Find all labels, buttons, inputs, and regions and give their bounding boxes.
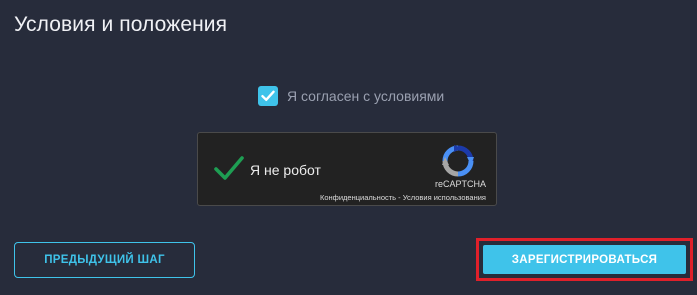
recaptcha-links: Конфиденциальность - Условия использован… [320, 193, 486, 202]
checkmark-icon [261, 90, 275, 101]
previous-step-button[interactable]: ПРЕДЫДУЩИЙ ШАГ [14, 242, 195, 278]
recaptcha-checkbox-checked-icon[interactable] [214, 154, 244, 182]
links-separator: - [396, 193, 403, 202]
privacy-link[interactable]: Конфиденциальность [320, 193, 396, 202]
terms-link[interactable]: Условия использования [403, 193, 486, 202]
page-title: Условия и положения [14, 13, 228, 36]
terms-panel: Условия и положения Я согласен с условия… [0, 0, 697, 295]
agree-terms-label[interactable]: Я согласен с условиями [287, 88, 444, 104]
register-button[interactable]: ЗАРЕГИСТРИРОВАТЬСЯ [483, 245, 686, 274]
recaptcha-brand: reCAPTCHA [434, 179, 486, 189]
recaptcha-widget: Я не робот reCAPTCHA Конфиденциальность … [197, 132, 497, 206]
recaptcha-logo-icon [442, 145, 474, 177]
agree-terms-checkbox-row[interactable]: Я согласен с условиями [258, 86, 444, 106]
recaptcha-label: Я не робот [250, 162, 321, 178]
agree-terms-checkbox[interactable] [258, 86, 278, 106]
